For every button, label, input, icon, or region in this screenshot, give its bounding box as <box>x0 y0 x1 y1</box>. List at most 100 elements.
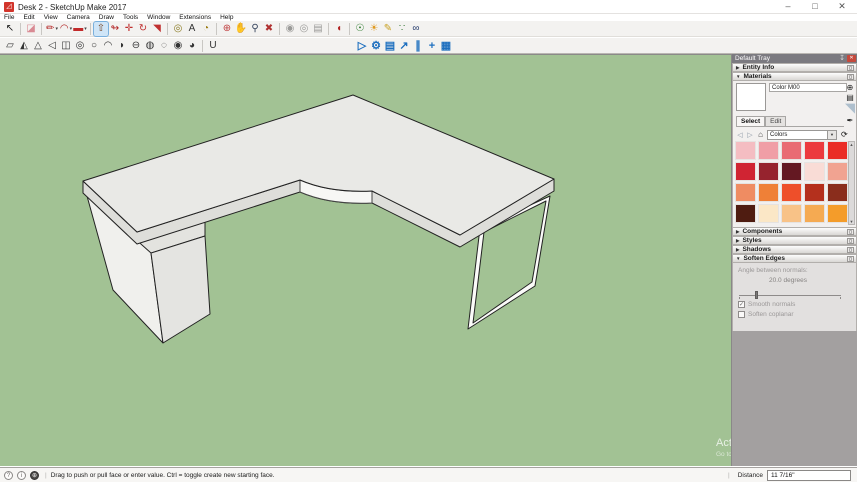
info-icon[interactable]: i <box>17 471 26 480</box>
color-swatch-11[interactable] <box>758 183 779 202</box>
color-swatch-7[interactable] <box>781 162 802 181</box>
orbit-tool[interactable]: ⊕ <box>220 22 234 36</box>
shape-pyramid-tool[interactable]: △ <box>31 39 45 53</box>
color-swatch-5[interactable] <box>735 162 756 181</box>
color-swatch-16[interactable] <box>758 204 779 223</box>
shape-box-tool[interactable]: ▱ <box>3 39 17 53</box>
measurement-input[interactable]: 11 7/16" <box>767 470 851 481</box>
scroll-down-icon[interactable]: ▼ <box>849 219 854 224</box>
swatch-scrollbar[interactable]: ▲ ▼ <box>848 141 855 225</box>
color-swatch-14[interactable] <box>827 183 848 202</box>
scroll-up-icon[interactable]: ▲ <box>849 142 854 147</box>
material-name-field[interactable]: Color M00 <box>769 83 847 92</box>
collection-dropdown[interactable]: Colors ▼ <box>767 130 837 140</box>
section-options-button[interactable]: ◻ <box>847 238 854 244</box>
geolocation-icon[interactable]: ⊕ <box>30 471 39 480</box>
protractor-tool[interactable]: ◔ <box>199 22 213 36</box>
scale-tool[interactable]: ◥ <box>150 22 164 36</box>
look-around-tool[interactable]: ∞ <box>409 22 423 36</box>
color-swatch-17[interactable] <box>781 204 802 223</box>
shapes-tool[interactable]: ▬▾ <box>73 22 87 36</box>
line-tool[interactable]: ✏▾ <box>45 22 59 36</box>
dropdown-arrow-icon[interactable]: ▼ <box>827 131 836 139</box>
maximize-button[interactable]: □ <box>810 1 820 12</box>
color-swatch-12[interactable] <box>781 183 802 202</box>
create-material-icon[interactable]: ⊕ <box>845 83 855 93</box>
pan-tool[interactable]: ✋ <box>234 22 248 36</box>
shape-sphere-shaded-tool[interactable]: ◕ <box>185 39 199 53</box>
section-header-styles[interactable]: ▶ Styles ◻ <box>732 236 857 245</box>
angle-slider[interactable] <box>739 291 847 299</box>
select-tool[interactable]: ↖ <box>3 22 17 36</box>
ext-add-tool[interactable]: + <box>425 39 439 53</box>
shape-tube-tool[interactable]: ◎ <box>73 39 87 53</box>
menu-extensions[interactable]: Extensions <box>179 14 211 21</box>
color-swatch-8[interactable] <box>804 162 825 181</box>
zoom-extents-tool[interactable]: ✖ <box>262 22 276 36</box>
ext-collection-tool[interactable]: ▦ <box>439 39 453 53</box>
soften-coplanar-checkbox[interactable] <box>738 311 745 318</box>
position-camera-tool[interactable]: ☉ <box>353 22 367 36</box>
dropdown-caret-icon[interactable]: ▾ <box>84 26 87 32</box>
details-icon[interactable]: ⟳ <box>841 130 848 139</box>
section-header-entity-info[interactable]: ▶ Entity Info ◻ <box>732 63 857 72</box>
section-options-button[interactable]: ◻ <box>847 256 854 262</box>
color-swatch-10[interactable] <box>735 183 756 202</box>
tape-measure-tool[interactable]: ◎ <box>171 22 185 36</box>
color-swatch-6[interactable] <box>758 162 779 181</box>
menu-edit[interactable]: Edit <box>23 14 34 21</box>
menu-draw[interactable]: Draw <box>99 14 114 21</box>
section-header-materials[interactable]: ▼ Materials ◻ <box>732 72 857 81</box>
menu-window[interactable]: Window <box>147 14 170 21</box>
style-tool[interactable]: ◖ <box>332 22 346 36</box>
shape-dome-tool[interactable]: ◠ <box>101 39 115 53</box>
tab-edit[interactable]: Edit <box>765 116 786 126</box>
push-pull-tool[interactable]: ⇧ <box>94 22 108 36</box>
ext-settings-tool[interactable]: ⚙ <box>369 39 383 53</box>
zoom-tool[interactable]: ⚲ <box>248 22 262 36</box>
material-preview[interactable] <box>736 83 766 111</box>
forward-arrow-icon[interactable]: ▷ <box>746 131 754 139</box>
section-header-shadows[interactable]: ▶ Shadows ◻ <box>732 245 857 254</box>
walk-tool[interactable]: ∵ <box>395 22 409 36</box>
shape-spring-tool[interactable]: U <box>206 39 220 53</box>
menu-view[interactable]: View <box>44 14 58 21</box>
color-swatch-3[interactable] <box>804 141 825 160</box>
rotate-tool[interactable]: ↻ <box>136 22 150 36</box>
minimize-button[interactable]: – <box>783 1 793 12</box>
shadows-tool[interactable]: ☀ <box>367 22 381 36</box>
shape-cone-tool[interactable]: ◭ <box>17 39 31 53</box>
menu-help[interactable]: Help <box>220 14 233 21</box>
eraser-tool[interactable]: ◪ <box>24 22 38 36</box>
color-swatch-9[interactable] <box>827 162 848 181</box>
color-swatch-2[interactable] <box>781 141 802 160</box>
text-tool[interactable]: A <box>185 22 199 36</box>
section-header-components[interactable]: ▶ Components ◻ <box>732 227 857 236</box>
follow-me-tool[interactable]: ↬ <box>108 22 122 36</box>
color-swatch-4[interactable] <box>827 141 848 160</box>
sample-paint-icon[interactable]: ✒ <box>845 116 855 126</box>
views-tool[interactable]: ▤ <box>311 22 325 36</box>
shape-circle-tool[interactable]: ○ <box>87 39 101 53</box>
dropdown-caret-icon[interactable]: ▾ <box>70 26 73 32</box>
dropdown-caret-icon[interactable]: ▾ <box>55 26 58 32</box>
close-button[interactable]: ✕ <box>837 1 847 12</box>
next-view-tool[interactable]: ◎ <box>297 22 311 36</box>
menu-file[interactable]: File <box>4 14 14 21</box>
color-swatch-1[interactable] <box>758 141 779 160</box>
ext-adjust-tool[interactable]: ∥ <box>411 39 425 53</box>
shape-sphere-tool[interactable]: ◉ <box>171 39 185 53</box>
section-header-soften-edges[interactable]: ▼ Soften Edges ◻ <box>732 254 857 263</box>
smooth-normals-checkbox[interactable]: ✓ <box>738 301 745 308</box>
section-options-button[interactable]: ◻ <box>847 247 854 253</box>
tray-close-button[interactable]: ✕ <box>847 55 856 62</box>
section-options-button[interactable]: ◻ <box>847 65 854 71</box>
help-icon[interactable]: ? <box>4 471 13 480</box>
color-swatch-18[interactable] <box>804 204 825 223</box>
section-options-button[interactable]: ◻ <box>847 74 854 80</box>
shape-half-tool[interactable]: ◗ <box>115 39 129 53</box>
color-swatch-0[interactable] <box>735 141 756 160</box>
menu-camera[interactable]: Camera <box>67 14 90 21</box>
color-swatch-19[interactable] <box>827 204 848 223</box>
slider-handle[interactable] <box>755 291 758 299</box>
